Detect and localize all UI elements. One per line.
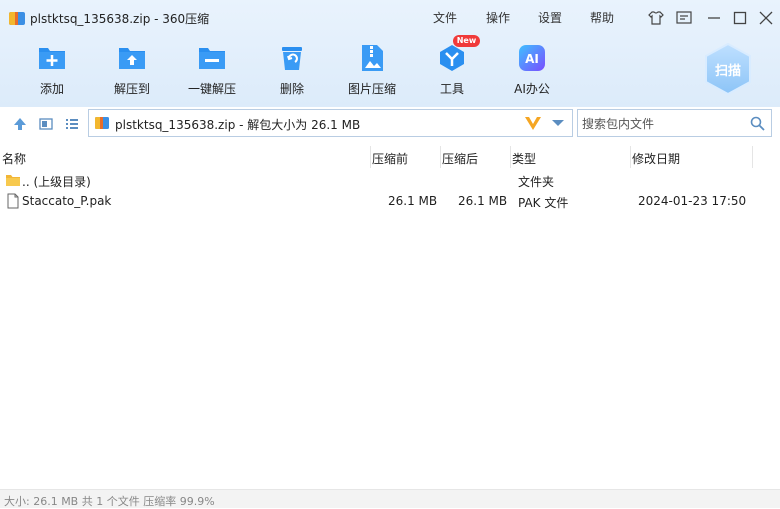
row-name: .. (上级目录) [22, 175, 91, 189]
row-type: PAK 文件 [518, 196, 569, 210]
view-list-icon[interactable] [64, 116, 80, 132]
image-compress-icon [362, 45, 383, 71]
toolbar-area: plstktsq_135638.zip - 360压缩 文件 操作 设置 帮助 … [0, 0, 780, 137]
tools-label: 工具 [439, 82, 464, 96]
delete-label: 删除 [279, 82, 304, 96]
menu-help[interactable]: 帮助 [590, 9, 614, 26]
row-date: 2024-01-23 17:50 [638, 194, 747, 208]
archive-app-icon [9, 12, 25, 25]
maximize-icon[interactable] [730, 8, 750, 28]
new-badge: New [453, 35, 480, 47]
folder-icon [6, 175, 20, 186]
delete-icon [282, 47, 302, 70]
zip-file-icon [95, 117, 109, 129]
table-row[interactable]: Staccato_P.pak 26.1 MB 26.1 MB PAK 文件 20… [0, 192, 780, 213]
file-icon [7, 193, 19, 209]
add-button[interactable]: 添加 [17, 38, 87, 100]
skin-icon[interactable] [646, 8, 666, 28]
column-divider[interactable] [440, 146, 441, 168]
row-name: Staccato_P.pak [22, 194, 112, 208]
search-box[interactable] [577, 109, 772, 137]
ai-office-icon: AI [519, 45, 545, 71]
address-path: plstktsq_135638.zip - 解包大小为 26.1 MB [115, 118, 361, 132]
scan-label: 扫描 [714, 64, 741, 79]
search-input[interactable] [580, 114, 744, 134]
up-arrow-icon[interactable] [12, 116, 28, 132]
one-click-extract-label: 一键解压 [187, 82, 236, 96]
svg-text:AI: AI [525, 52, 539, 66]
col-date[interactable]: 修改日期 [632, 150, 680, 167]
ai-office-label: AI办公 [514, 82, 550, 96]
image-compress-label: 图片压缩 [347, 82, 396, 96]
minimize-icon[interactable] [704, 8, 724, 28]
menu-settings[interactable]: 设置 [538, 9, 562, 26]
row-type: 文件夹 [518, 175, 555, 189]
add-label: 添加 [39, 82, 64, 96]
extract-to-label: 解压到 [113, 82, 150, 96]
col-type[interactable]: 类型 [512, 150, 536, 167]
search-icon[interactable] [750, 116, 765, 131]
column-divider[interactable] [752, 146, 753, 168]
menu-operate[interactable]: 操作 [486, 9, 510, 26]
col-name[interactable]: 名称 [2, 150, 26, 167]
status-bar: 大小: 26.1 MB 共 1 个文件 压缩率 99.9% [0, 489, 780, 508]
row-after: 26.1 MB [458, 194, 508, 208]
delete-button[interactable]: 删除 [257, 38, 327, 100]
col-after[interactable]: 压缩后 [442, 150, 478, 167]
extract-to-icon [119, 48, 145, 69]
image-compress-button[interactable]: 图片压缩 [337, 38, 407, 100]
close-icon[interactable] [756, 8, 776, 28]
table-row[interactable]: .. (上级目录) 文件夹 [0, 171, 780, 192]
tools-button[interactable]: 工具 [417, 38, 487, 100]
row-before: 26.1 MB [388, 194, 438, 208]
column-header: 名称 压缩前 压缩后 类型 修改日期 [0, 146, 780, 168]
v-logo-icon[interactable] [524, 115, 542, 131]
view-thumbnail-icon[interactable] [38, 116, 54, 132]
column-divider[interactable] [630, 146, 631, 168]
status-text: 大小: 26.1 MB 共 1 个文件 压缩率 99.9% [4, 495, 215, 508]
one-click-extract-icon [199, 48, 225, 69]
menu-file[interactable]: 文件 [433, 9, 457, 26]
extract-to-button[interactable]: 解压到 [97, 38, 167, 100]
one-click-extract-button[interactable]: 一键解压 [177, 38, 247, 100]
column-divider[interactable] [510, 146, 511, 168]
chevron-down-icon[interactable] [551, 118, 565, 128]
ai-office-button[interactable]: AI AI办公 [497, 38, 567, 100]
address-bar[interactable]: plstktsq_135638.zip - 解包大小为 26.1 MB [88, 109, 573, 137]
feedback-icon[interactable] [674, 8, 694, 28]
col-before[interactable]: 压缩前 [372, 150, 408, 167]
column-divider[interactable] [370, 146, 371, 168]
window-title: plstktsq_135638.zip - 360压缩 [30, 12, 210, 26]
add-icon [39, 48, 65, 69]
